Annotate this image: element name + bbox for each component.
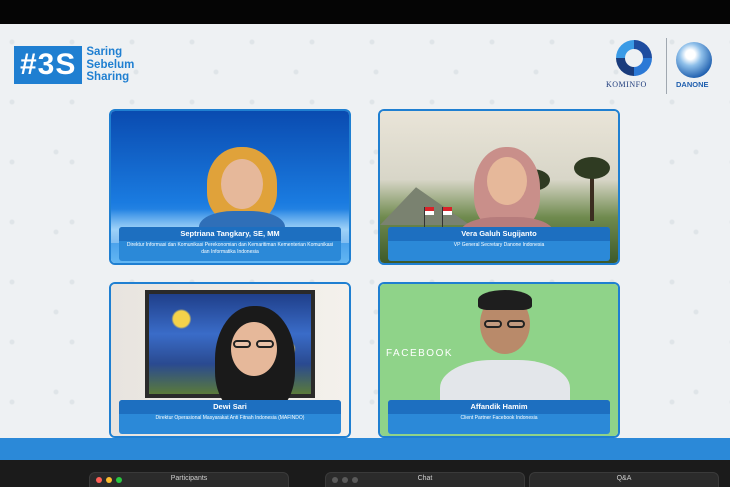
speaker-nameplate-3: Dewi Sari Direktur Operasional Masyaraka… [119, 400, 341, 434]
speaker-name-3: Dewi Sari [119, 400, 341, 414]
webinar-stage: #3S Saring Sebelum Sharing KOMINFO DANON… [0, 24, 730, 438]
qa-panel[interactable]: Q&A [529, 472, 719, 487]
speaker-tile-3[interactable]: Dewi Sari Direktur Operasional Masyaraka… [109, 282, 351, 438]
brand-word-3: Sharing [86, 71, 130, 84]
speaker-tile-2[interactable]: Vera Galuh Sugijanto VP General Secretar… [378, 109, 620, 265]
flag-icon [442, 207, 452, 231]
brand-word-2: Sebelum [86, 58, 135, 71]
facebook-backdrop-text: FACEBOOK [386, 348, 454, 359]
speaker-nameplate-2: Vera Galuh Sugijanto VP General Secretar… [388, 227, 610, 261]
speaker-tile-1[interactable]: Septriana Tangkary, SE, MM Direktur Info… [109, 109, 351, 265]
kominfo-logo-icon [616, 40, 652, 76]
speaker-nameplate-1: Septriana Tangkary, SE, MM Direktur Info… [119, 227, 341, 261]
brand-word-1: Saring [86, 46, 123, 59]
participants-panel[interactable]: Participants [89, 472, 289, 487]
brand-hashtag: #3S [14, 46, 83, 84]
speaker-nameplate-4: Affandik Hamim Client Partner Facebook I… [388, 400, 610, 434]
speaker-title-3: Direktur Operasional Masyarakat Anti Fit… [155, 415, 305, 421]
sponsor-logos: KOMINFO DANONE [606, 38, 724, 96]
brand-words: Saring Sebelum Sharing [86, 46, 134, 84]
participants-panel-title: Participants [170, 475, 208, 482]
window-top-bar [0, 0, 730, 24]
kominfo-logo-text: KOMINFO [606, 80, 647, 89]
glasses-icon [484, 320, 502, 328]
speaker-title-4: Client Partner Facebook Indonesia [460, 415, 538, 421]
danone-logo-icon [676, 42, 712, 78]
hair [478, 290, 532, 310]
logo-divider [666, 38, 667, 94]
campaign-brand: #3S Saring Sebelum Sharing [14, 46, 134, 84]
speaker-tile-4[interactable]: FACEBOOK Affandik Hamim Client Partner F… [378, 282, 620, 438]
chat-panel-title: Chat [417, 475, 433, 482]
glasses-icon [507, 320, 525, 328]
glasses-icon [256, 340, 274, 348]
background-tree [574, 157, 610, 221]
speaker-title-2: VP General Secretary Danone Indonesia [453, 242, 545, 248]
qa-panel-title: Q&A [616, 475, 632, 482]
speaker-name-2: Vera Galuh Sugijanto [388, 227, 610, 241]
speaker-name-4: Affandik Hamim [388, 400, 610, 414]
stage-bottom-bar [0, 438, 730, 460]
danone-logo-text: DANONE [676, 80, 709, 89]
speaker-title-1: Direktur Informasi dan Komunikasi Pereko… [126, 242, 334, 255]
chat-panel[interactable]: Chat [325, 472, 525, 487]
glasses-icon [233, 340, 251, 348]
speaker-name-1: Septriana Tangkary, SE, MM [119, 227, 341, 241]
flag-icon [424, 207, 434, 231]
